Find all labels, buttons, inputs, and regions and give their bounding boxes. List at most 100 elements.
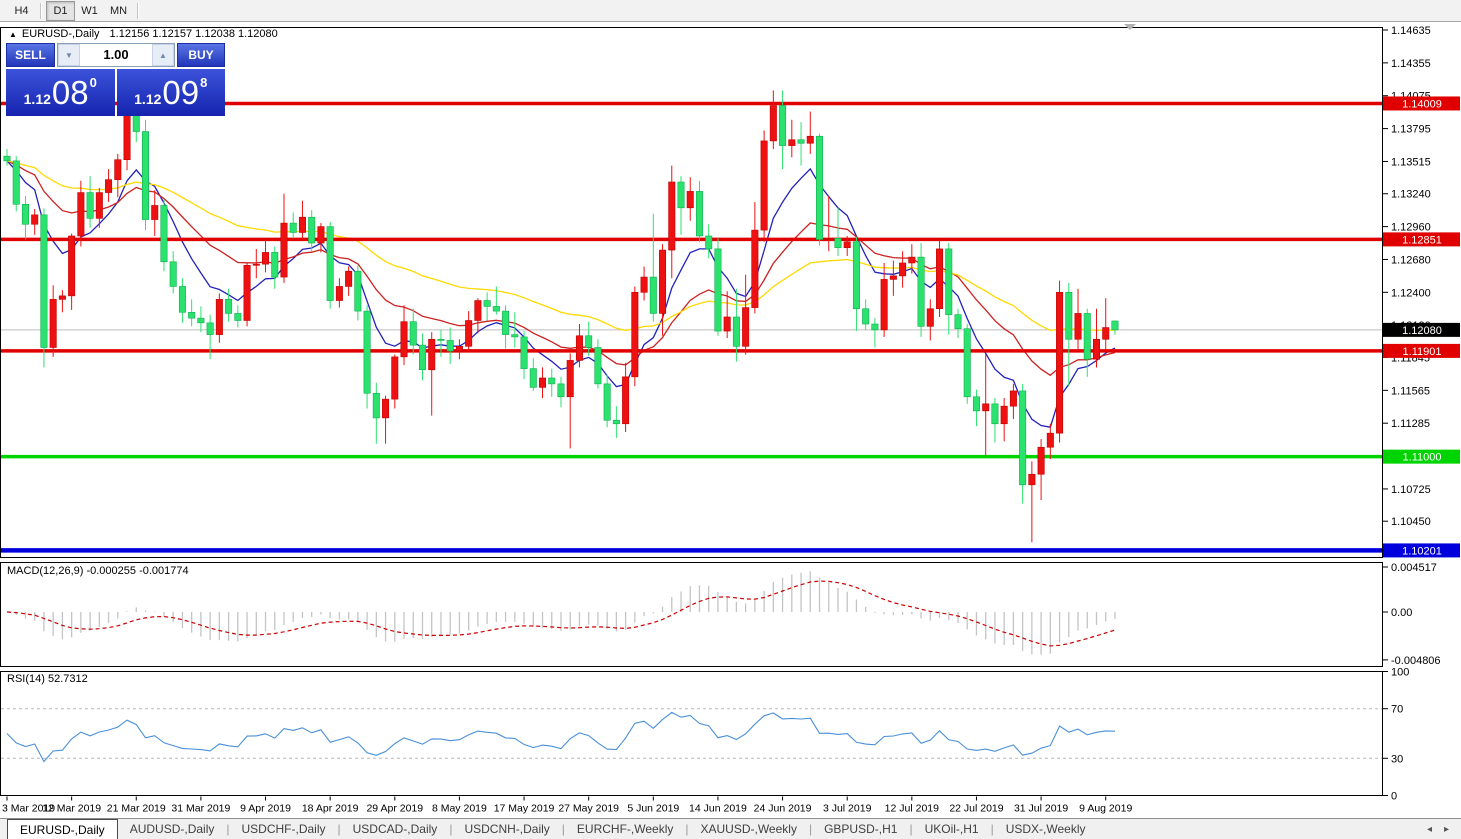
candle-body <box>1019 391 1025 485</box>
date-tick-label: 27 May 2019 <box>558 803 619 815</box>
candle-body <box>826 238 832 239</box>
candle-body <box>742 308 748 347</box>
tab-scroll-right-icon[interactable]: ▸ <box>1444 824 1449 835</box>
tab-usdx-weekly[interactable]: USDX-,Weekly <box>994 819 1098 839</box>
candle-body <box>262 252 268 264</box>
candle-body <box>1075 313 1081 339</box>
candle-body <box>549 378 555 384</box>
tab-eurusd-daily[interactable]: EURUSD-,Daily <box>7 819 118 839</box>
level-badge-1.10201-text: 1.10201 <box>1402 545 1442 557</box>
chart-title: ▲ EURUSD-,Daily 1.12156 1.12157 1.12038 … <box>9 28 278 40</box>
rsi-panel[interactable] <box>1 672 1383 796</box>
date-axis: 3 Mar 201912 Mar 201921 Mar 201931 Mar 2… <box>2 797 1132 815</box>
date-tick-label: 9 Apr 2019 <box>240 803 291 815</box>
candle-body <box>890 276 896 280</box>
candle-body <box>502 311 508 334</box>
rsi-indicator-label: RSI(14) 52.7312 <box>7 673 88 685</box>
tab-gbpusd-h1[interactable]: GBPUSD-,H1 <box>812 819 909 839</box>
chart-tabs-bar: EURUSD-,DailyAUDUSD-,Daily|USDCHF-,Daily… <box>0 818 1461 839</box>
candle-body <box>41 215 47 348</box>
price-tick-label: 1.12400 <box>1391 287 1431 299</box>
level-badge-1.11000-text: 1.11000 <box>1403 452 1442 464</box>
candle-body <box>853 242 859 309</box>
candle-body <box>539 378 545 387</box>
candle-body <box>687 191 693 207</box>
tab-usdcad-daily[interactable]: USDCAD-,Daily <box>341 819 450 839</box>
candle-body <box>327 227 333 301</box>
candle-body <box>1038 447 1044 474</box>
candle-body <box>1047 433 1053 447</box>
candle-body <box>1010 391 1016 406</box>
date-tick-label: 31 Jul 2019 <box>1014 803 1068 815</box>
tab-usdcnh-daily[interactable]: USDCNH-,Daily <box>452 819 561 839</box>
candle-body <box>659 250 665 313</box>
candle-body <box>87 193 93 219</box>
sell-button[interactable]: SELL <box>6 43 55 67</box>
candle-body <box>733 317 739 346</box>
timeframe-button-mn[interactable]: MN <box>104 1 133 21</box>
macd-panel[interactable] <box>1 563 1383 667</box>
price-tick-label: 1.11285 <box>1391 418 1430 430</box>
candle-body <box>927 309 933 327</box>
candle-body <box>1001 406 1007 424</box>
timeframe-button-w1[interactable]: W1 <box>75 1 104 21</box>
chart-workspace[interactable]: 1.146351.143551.140751.137951.135151.132… <box>0 22 1461 818</box>
candle-body <box>936 249 942 309</box>
candle-body <box>585 336 591 348</box>
candle-body <box>170 262 176 287</box>
date-tick-label: 3 Jul 2019 <box>823 803 872 815</box>
volume-decrease-button[interactable]: ▼ <box>58 44 80 66</box>
candle-body <box>862 309 868 324</box>
price-tick-label: 1.14355 <box>1391 58 1431 70</box>
candle-body <box>281 223 287 277</box>
tab-eurchf-weekly[interactable]: EURCHF-,Weekly <box>565 819 685 839</box>
candle-body <box>807 136 813 143</box>
price-tick-label: 1.13795 <box>1391 124 1431 136</box>
rsi-axis-label: 100 <box>1391 667 1409 679</box>
volume-input[interactable]: 1.00 <box>80 44 152 66</box>
price-tick-label: 1.10725 <box>1391 484 1431 496</box>
timeframe-button-h4[interactable]: H4 <box>7 1 36 21</box>
candle-body <box>59 296 65 300</box>
macd-axis-label: 0.004517 <box>1391 562 1437 574</box>
candle-body <box>465 320 471 346</box>
bid-price-display[interactable]: 1.12 08 0 <box>6 69 115 116</box>
tab-xauusd-weekly[interactable]: XAUUSD-,Weekly <box>688 819 808 839</box>
candle-body <box>96 193 102 219</box>
candle-body <box>964 329 970 397</box>
candle-body <box>207 323 213 335</box>
scroll-to-end-icon[interactable] <box>1124 24 1136 30</box>
candle-body <box>429 339 435 370</box>
macd-plot-area[interactable] <box>1 563 1383 667</box>
date-tick-label: 31 Mar 2019 <box>171 803 230 815</box>
volume-increase-button[interactable]: ▲ <box>152 44 174 66</box>
candle-body <box>447 340 453 351</box>
tab-usdchf-daily[interactable]: USDCHF-,Daily <box>230 819 338 839</box>
ask-price-display[interactable]: 1.12 09 8 <box>117 69 226 116</box>
level-badge-1.12851-text: 1.12851 <box>1402 234 1442 246</box>
candle-body <box>419 345 425 370</box>
candle-body <box>696 191 702 236</box>
buy-button[interactable]: BUY <box>177 43 225 67</box>
tab-audusd-daily[interactable]: AUDUSD-,Daily <box>118 819 227 839</box>
candle-body <box>1084 313 1090 359</box>
date-tick-label: 22 Jul 2019 <box>949 803 1003 815</box>
candle-body <box>105 180 111 193</box>
timeframe-button-d1[interactable]: D1 <box>46 1 75 21</box>
candle-body <box>401 322 407 357</box>
tab-scroll-left-icon[interactable]: ◂ <box>1427 824 1432 835</box>
rsi-plot-area[interactable] <box>1 672 1383 796</box>
candle-body <box>724 317 730 331</box>
candle-body <box>364 311 370 393</box>
candle-body <box>1056 292 1062 433</box>
candle-body <box>1112 321 1118 330</box>
candle-body <box>899 263 905 276</box>
tab-ukoil-h1[interactable]: UKOil-,H1 <box>913 819 991 839</box>
candle-body <box>50 299 56 347</box>
candle-body <box>115 160 121 180</box>
date-tick-label: 9 Aug 2019 <box>1079 803 1132 815</box>
candle-body <box>770 106 776 141</box>
candle-body <box>567 360 573 396</box>
candle-body <box>982 404 988 411</box>
candle-body <box>216 299 222 334</box>
